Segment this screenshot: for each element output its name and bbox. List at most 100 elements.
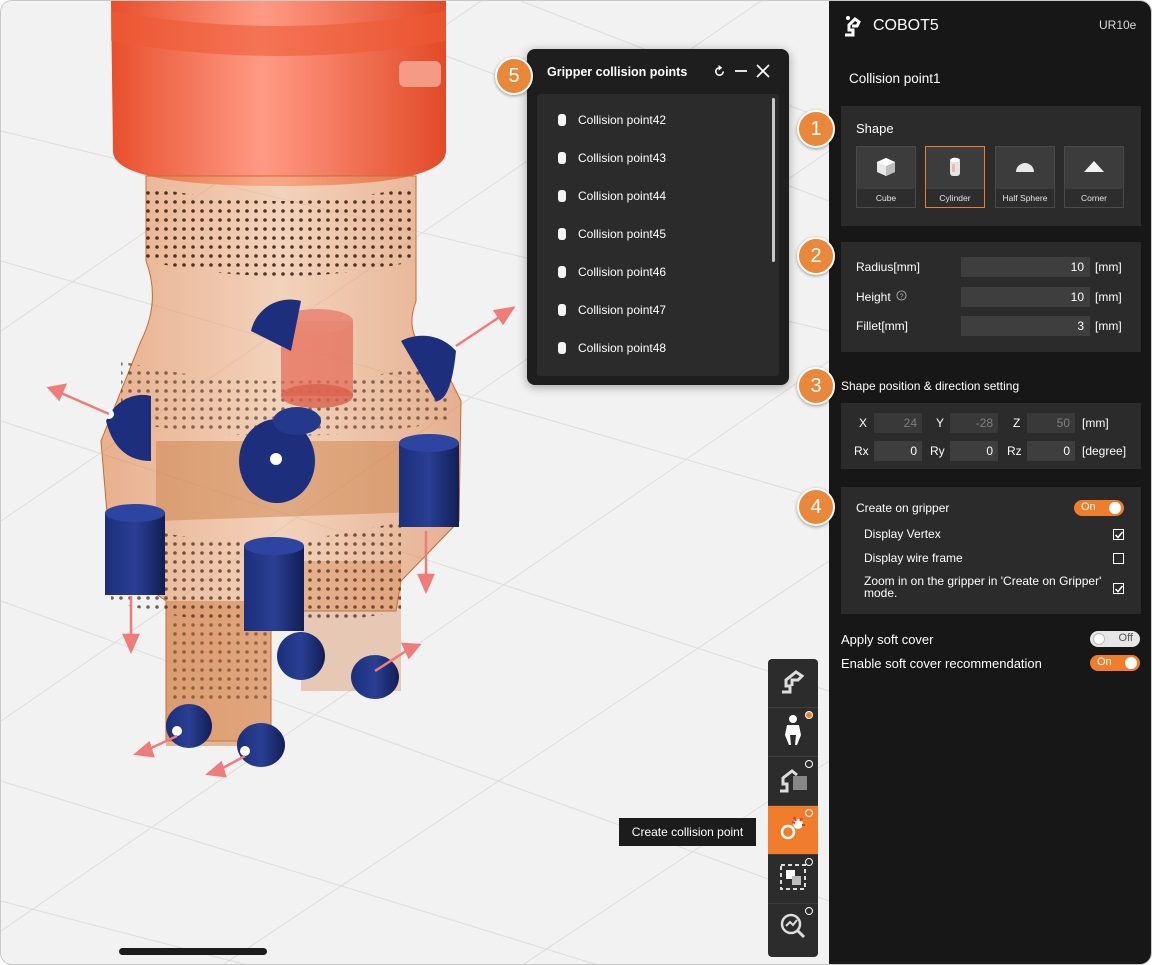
rz-input[interactable]: 0: [1027, 441, 1075, 461]
robot-arm-logo-icon: [843, 13, 863, 42]
display-vertex-checkbox[interactable]: [1113, 529, 1124, 540]
callout-badge-3: 3: [797, 367, 835, 405]
radius-input[interactable]: 10: [961, 257, 1090, 277]
list-item[interactable]: Collision point42: [537, 101, 779, 139]
cylinder-icon: [558, 114, 566, 126]
flange-connector: [399, 61, 441, 87]
z-label: Z: [1013, 416, 1021, 430]
radius-unit: [mm]: [1095, 260, 1122, 274]
create-collision-point-tool[interactable]: [768, 806, 818, 855]
popup-title: Gripper collision points: [547, 65, 688, 79]
zoom-in-label: Zoom in on the gripper in 'Create on Gri…: [864, 574, 1102, 600]
robot-model: UR10e: [1099, 18, 1137, 32]
position-section-title: Shape position & direction setting: [841, 379, 1020, 393]
height-label-wrap: Height ?: [856, 290, 907, 304]
checkmark-icon: [1114, 531, 1124, 539]
display-wire-frame-label: Display wire frame: [864, 551, 963, 565]
collision-point-title: Collision point1: [849, 71, 941, 86]
ry-input[interactable]: 0: [950, 441, 998, 461]
height-label: Height: [856, 290, 891, 304]
rz-label: Rz: [1007, 444, 1022, 458]
rx-input[interactable]: 0: [874, 441, 922, 461]
display-vertex-label: Display Vertex: [864, 527, 941, 541]
app-window: Gripper collision points Collision point…: [0, 0, 1152, 965]
shape-option-corner[interactable]: Corner: [1064, 146, 1124, 208]
cylinder-icon: [558, 152, 566, 164]
analysis-icon: [778, 911, 808, 946]
list-item[interactable]: Collision point44: [537, 177, 779, 215]
gripper-tool[interactable]: [768, 708, 818, 757]
height-input[interactable]: 10: [961, 287, 1090, 307]
minimize-icon[interactable]: [733, 63, 749, 79]
app-name: COBOT5: [873, 17, 939, 34]
ry-label: Ry: [930, 444, 945, 458]
list-item[interactable]: Collision point46: [537, 253, 779, 291]
cylinder-icon: [558, 342, 566, 354]
soft-cover-label: Apply soft cover: [841, 632, 934, 647]
half-sphere-icon: [1013, 155, 1037, 181]
gripper-collision-points-popup: Gripper collision points Collision point…: [527, 49, 789, 385]
position-unit: [mm]: [1082, 416, 1109, 430]
soft-cover-toggle[interactable]: Off: [1090, 631, 1140, 647]
shape-label: Shape: [856, 121, 894, 136]
corner-icon: [1082, 155, 1106, 181]
z-input[interactable]: 50: [1027, 413, 1075, 433]
y-label: Y: [936, 416, 945, 430]
status-dot: [805, 760, 813, 768]
robot-arm-tool[interactable]: [768, 659, 818, 708]
status-dot: [805, 907, 813, 915]
shape-option-cylinder[interactable]: Cylinder: [925, 146, 985, 208]
workspace-tool[interactable]: [768, 757, 818, 806]
list-item[interactable]: Collision point43: [537, 139, 779, 177]
callout-badge-2: 2: [797, 237, 835, 275]
soft-cover-recommendation-label: Enable soft cover recommendation: [841, 656, 1042, 671]
status-dot: [805, 809, 813, 817]
checkmark-icon: [1114, 585, 1124, 593]
refresh-icon[interactable]: [711, 63, 727, 79]
fillet-unit: [mm]: [1095, 319, 1122, 333]
create-on-gripper-toggle[interactable]: On: [1074, 500, 1124, 516]
list-item[interactable]: Collision point48: [537, 329, 779, 367]
tooltip: Create collision point: [619, 818, 756, 846]
robot-workspace-icon: [777, 764, 809, 799]
region-select-tool[interactable]: [768, 855, 818, 904]
shape-option-cube[interactable]: Cube: [856, 146, 916, 208]
close-icon[interactable]: [755, 63, 771, 79]
create-on-gripper-label: Create on gripper: [856, 501, 950, 515]
rotation-unit: [degree]: [1082, 444, 1127, 458]
svg-text:?: ?: [899, 291, 903, 300]
status-dot: [805, 711, 813, 719]
rx-label: Rx: [854, 444, 869, 458]
shape-option-label: Cube: [857, 189, 915, 207]
scrollbar[interactable]: [772, 98, 775, 262]
status-dot: [805, 858, 813, 866]
fillet-label: Fillet[mm]: [856, 319, 908, 333]
home-indicator: [119, 948, 267, 955]
collision-point-icon: [777, 813, 809, 848]
cylinder-icon: [558, 266, 566, 278]
shape-option-label: Corner: [1065, 189, 1123, 207]
x-label: X: [859, 416, 868, 430]
help-circle-icon[interactable]: ?: [896, 290, 907, 304]
fillet-input[interactable]: 3: [961, 316, 1090, 336]
callout-badge-1: 1: [797, 110, 835, 148]
display-wire-frame-checkbox[interactable]: [1113, 553, 1124, 564]
collision-point-list[interactable]: Collision point42 Collision point43 Coll…: [537, 94, 779, 376]
radius-label: Radius[mm]: [856, 260, 921, 274]
region-select-icon: [778, 862, 808, 897]
shape-option-half-sphere[interactable]: Half Sphere: [995, 146, 1055, 208]
gripper-icon: [778, 713, 808, 752]
tool-strip: [768, 659, 818, 957]
list-item[interactable]: Collision point45: [537, 215, 779, 253]
analysis-tool[interactable]: [768, 904, 818, 952]
cylinder-icon: [943, 155, 967, 181]
x-input[interactable]: 24: [874, 413, 922, 433]
cylinder-icon: [558, 304, 566, 316]
robot-arm-icon: [778, 666, 808, 701]
soft-cover-recommendation-toggle[interactable]: On: [1090, 655, 1140, 671]
y-input[interactable]: -28: [950, 413, 998, 433]
cube-icon: [874, 155, 898, 181]
list-item[interactable]: Collision point47: [537, 291, 779, 329]
zoom-in-checkbox[interactable]: [1113, 583, 1124, 594]
shape-option-label: Cylinder: [926, 189, 984, 207]
